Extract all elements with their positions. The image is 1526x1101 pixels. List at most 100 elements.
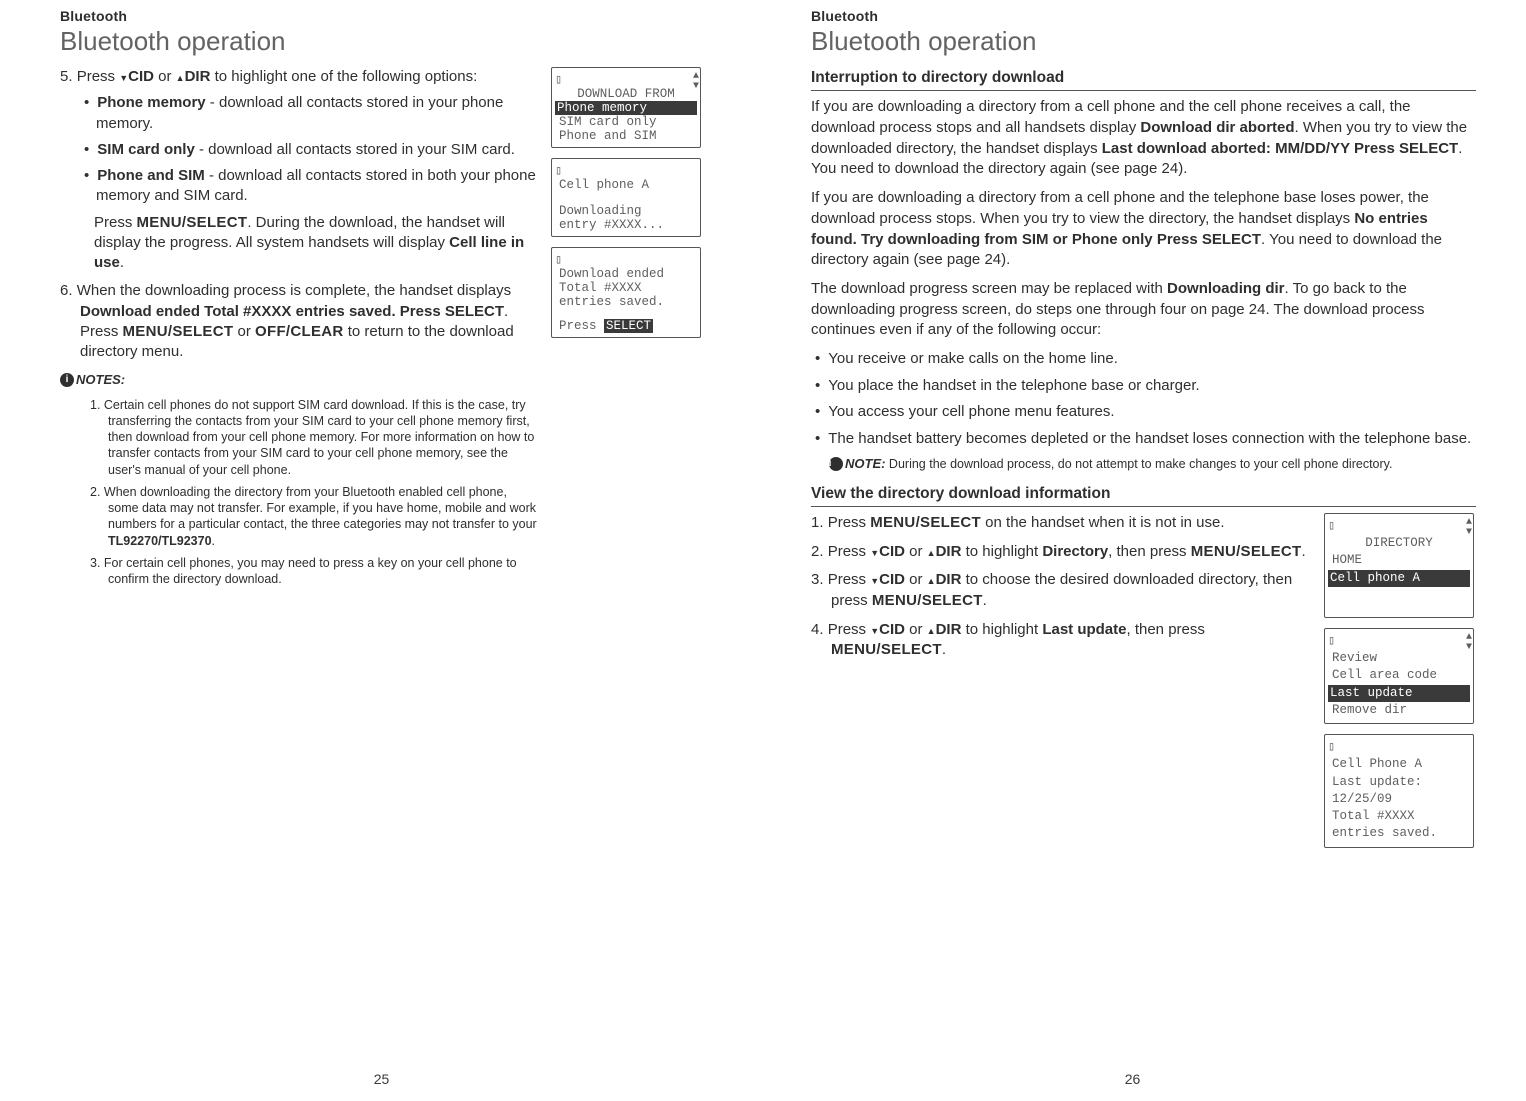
- right-two-col: Press MENU/SELECT on the handset when it…: [811, 513, 1476, 858]
- down-triangle-icon: [119, 68, 128, 85]
- txt: Press: [828, 514, 871, 531]
- off-clear-key: OFF/CLEAR: [255, 323, 344, 340]
- txt: Press: [828, 571, 871, 588]
- lcd-line: 12/25/09: [1332, 791, 1470, 808]
- view-step-2: Press CID or DIR to highlight Directory,…: [811, 542, 1312, 563]
- para-interrupt-3: The download progress screen may be repl…: [811, 279, 1476, 341]
- lcd-line: entries saved.: [559, 295, 697, 309]
- txt: Press: [828, 543, 871, 560]
- dir-label: DIR: [936, 571, 962, 588]
- step-6: When the downloading process is complete…: [60, 281, 537, 362]
- download-ended-msg: Download ended Total #XXXX entries saved…: [80, 303, 504, 320]
- lcd-line: SIM card only: [559, 115, 697, 129]
- txt: The download progress screen may be repl…: [811, 280, 1167, 297]
- lcd-directory: ▯▲▼ DIRECTORY HOME Cell phone A: [1324, 513, 1474, 618]
- lcd-line: entries saved.: [1332, 825, 1470, 842]
- lcd-download-from: ▯▲▼ DOWNLOAD FROM Phone memory SIM card …: [551, 67, 701, 148]
- updown-arrows-icon: ▲▼: [1466, 633, 1470, 653]
- txt: or: [905, 571, 927, 588]
- down-triangle-icon: [870, 571, 879, 588]
- left-body: Press CID or DIR to highlight one of the…: [60, 67, 703, 593]
- txt: .: [212, 534, 215, 548]
- lcd-line: HOME: [1332, 552, 1470, 569]
- battery-icon: ▯: [1328, 518, 1335, 535]
- lcd-line: Total #XXXX: [1332, 808, 1470, 825]
- lcd-line-highlight: Last update: [1328, 685, 1470, 702]
- menu-select-key: MENU/SELECT: [123, 323, 234, 340]
- lcd-title: DOWNLOAD FROM: [559, 87, 697, 101]
- lcd-line: Cell area code: [1332, 667, 1470, 684]
- subhead-view-info: View the directory download information: [811, 483, 1476, 507]
- directory-bold: Directory: [1042, 543, 1108, 560]
- battery-icon: ▯: [1328, 633, 1335, 650]
- note-text: During the download process, do not atte…: [885, 457, 1392, 471]
- menu-select-key: MENU/SELECT: [870, 514, 981, 531]
- lcd-line: Phone and SIM: [559, 129, 697, 143]
- view-steps: Press MENU/SELECT on the handset when it…: [811, 513, 1312, 661]
- up-triangle-icon: [927, 621, 936, 638]
- txt: .: [983, 592, 987, 609]
- dir-label: DIR: [936, 621, 962, 638]
- cid-label: CID: [879, 571, 905, 588]
- updown-arrows-icon: ▲▼: [693, 72, 697, 92]
- txt: , then press: [1108, 543, 1191, 560]
- menu-select-key: MENU/SELECT: [1191, 543, 1302, 560]
- note-2: When downloading the directory from your…: [90, 484, 537, 549]
- lcd-line: Downloading: [559, 204, 697, 218]
- opt-label: SIM card only: [97, 141, 195, 158]
- left-text-column: Press CID or DIR to highlight one of the…: [60, 67, 537, 593]
- battery-icon: ▯: [1328, 739, 1335, 756]
- notes-label: NOTES:: [76, 372, 125, 387]
- txt: When downloading the directory from your…: [104, 485, 537, 532]
- lcd-blank: [559, 192, 697, 204]
- left-steps-list: Press CID or DIR to highlight one of the…: [60, 67, 537, 362]
- view-step-4: Press CID or DIR to highlight Last updat…: [811, 620, 1312, 661]
- opt-phone-sim: Phone and SIM - download all contacts st…: [80, 166, 537, 207]
- info-icon: i: [60, 373, 74, 387]
- down-triangle-icon: [870, 543, 879, 560]
- page-right: Bluetooth Bluetooth operation Interrupti…: [763, 0, 1526, 1101]
- lcd-download-ended: ▯ Download ended Total #XXXX entries sav…: [551, 247, 701, 338]
- txt: .: [120, 254, 124, 271]
- two-page-spread: Bluetooth Bluetooth operation Press CID …: [0, 0, 1526, 1101]
- left-lcd-column: ▯▲▼ DOWNLOAD FROM Phone memory SIM card …: [551, 67, 703, 593]
- menu-select-key: MENU/SELECT: [137, 214, 248, 231]
- bullet-item: You place the handset in the telephone b…: [811, 376, 1476, 397]
- opt-label: Phone and SIM: [97, 167, 205, 184]
- txt: Press: [94, 214, 137, 231]
- updown-arrows-icon: ▲▼: [1466, 518, 1470, 538]
- cid-label: CID: [879, 543, 905, 560]
- menu-select-key: MENU/SELECT: [831, 641, 942, 658]
- page-left: Bluetooth Bluetooth operation Press CID …: [0, 0, 763, 1101]
- txt: or: [233, 323, 255, 340]
- dir-label: DIR: [936, 543, 962, 560]
- opt-text: - download all contacts stored in your S…: [195, 141, 515, 158]
- up-triangle-icon: [927, 543, 936, 560]
- msg-bold: Downloading dir: [1167, 280, 1285, 297]
- right-text-column: Interruption to directory download If yo…: [811, 67, 1476, 858]
- opt-sim-only: SIM card only - download all contacts st…: [80, 140, 537, 160]
- lcd-line: Remove dir: [1332, 702, 1470, 719]
- lcd-line: entry #XXXX...: [559, 218, 697, 232]
- txt: or: [905, 543, 927, 560]
- up-triangle-icon: [176, 68, 185, 85]
- interrupt-bullets: You receive or make calls on the home li…: [811, 349, 1476, 450]
- lcd-press-select: Press SELECT: [559, 319, 697, 333]
- notes-block: iNOTES: Certain cell phones do not suppo…: [60, 370, 537, 587]
- txt: Press: [77, 68, 120, 85]
- step5-options: Phone memory - download all contacts sto…: [80, 93, 537, 206]
- txt: or: [154, 68, 176, 85]
- subhead-interruption: Interruption to directory download: [811, 67, 1476, 91]
- lcd-title: DIRECTORY: [1332, 535, 1470, 552]
- opt-phone-memory: Phone memory - download all contacts sto…: [80, 93, 537, 134]
- step5-press: Press MENU/SELECT. During the download, …: [80, 213, 537, 274]
- down-triangle-icon: [870, 621, 879, 638]
- lcd-blank: [559, 309, 697, 319]
- bullet-item: You access your cell phone menu features…: [811, 402, 1476, 423]
- para-interrupt-1: If you are downloading a directory from …: [811, 97, 1476, 180]
- notes-list: Certain cell phones do not support SIM c…: [80, 397, 537, 588]
- cid-label: CID: [128, 68, 154, 85]
- bullet-item: You receive or make calls on the home li…: [811, 349, 1476, 370]
- txt: to highlight: [961, 621, 1042, 638]
- notes-list-wrap: Certain cell phones do not support SIM c…: [60, 397, 537, 588]
